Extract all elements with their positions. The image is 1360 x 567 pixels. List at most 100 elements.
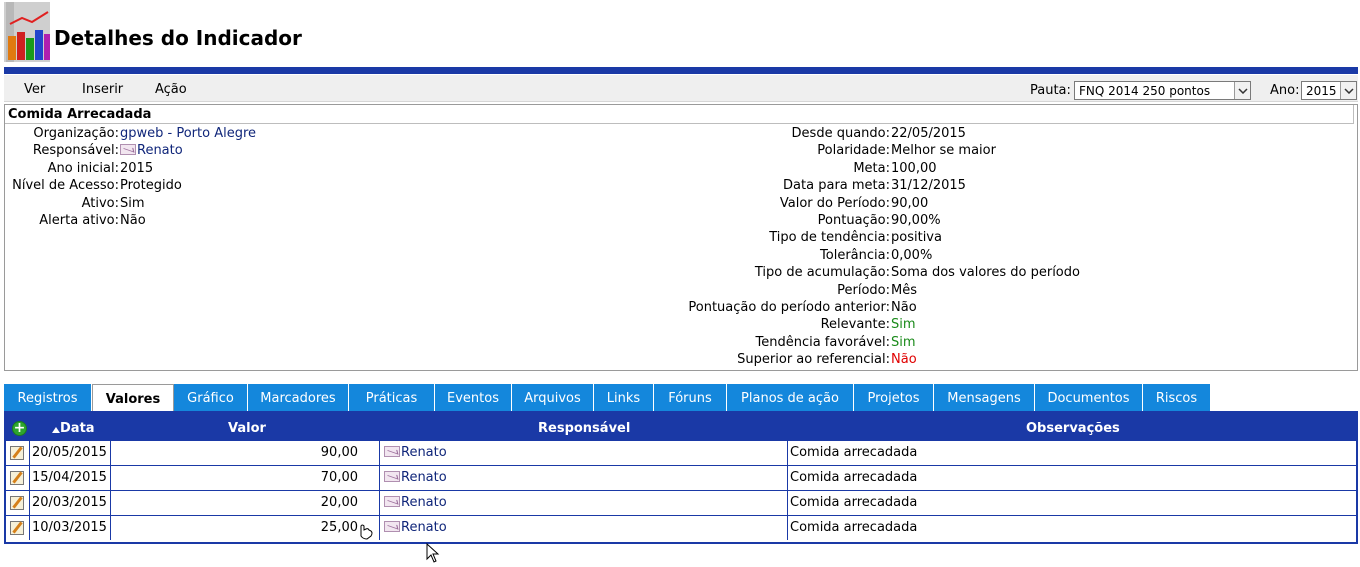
tab-mensagens[interactable]: Mensagens <box>934 384 1035 411</box>
table-header: + Data Valor Responsável Observações <box>6 418 1356 440</box>
cell-responsavel[interactable]: Renato <box>382 466 782 490</box>
detail-value: 100,00 <box>891 160 937 176</box>
cell-valor: 70,00 <box>320 470 358 485</box>
detail-value: 31/12/2015 <box>891 178 966 194</box>
edit-icon[interactable] <box>10 496 24 510</box>
tab-valores[interactable]: Valores <box>92 384 174 411</box>
cell-responsavel[interactable]: Renato <box>382 491 782 515</box>
detail-label: Pontuação: <box>817 213 890 228</box>
detail-value: 90,00% <box>891 213 941 228</box>
detail-label: Desde quando: <box>791 126 890 141</box>
user-card-icon <box>384 446 400 457</box>
cell-observacoes: Comida arrecadada <box>790 445 918 460</box>
column-divider <box>29 440 30 540</box>
header-valor[interactable]: Valor <box>228 421 266 436</box>
detail-value: positiva <box>891 230 942 246</box>
detail-label: Período: <box>837 282 890 298</box>
cell-valor: 20,00 <box>320 495 358 510</box>
table-row: 20/05/2015 90,00 Renato Comida arrecadada <box>6 440 1356 465</box>
menu-inserir[interactable]: Inserir <box>82 82 123 97</box>
cell-observacoes: Comida arrecadada <box>790 520 918 535</box>
responsavel-link[interactable]: Renato <box>401 520 447 535</box>
sort-asc-icon[interactable] <box>52 427 60 433</box>
responsavel-link[interactable]: Renato <box>401 445 447 460</box>
user-card-icon <box>384 521 400 532</box>
tab-documentos[interactable]: Documentos <box>1035 384 1143 411</box>
edit-icon[interactable] <box>10 471 24 485</box>
detail-value: Não <box>891 300 917 315</box>
tab-arquivos[interactable]: Arquivos <box>512 384 594 411</box>
responsavel-link[interactable]: Renato <box>401 470 447 485</box>
detail-label: Pontuação do período anterior: <box>688 300 890 315</box>
pauta-select-value: FNQ 2014 250 pontos <box>1079 84 1211 98</box>
menu-bar: Ver Inserir Ação Pauta: FNQ 2014 250 pon… <box>4 75 1358 102</box>
detail-label: Relevante: <box>820 317 890 333</box>
detail-value: 22/05/2015 <box>891 126 966 141</box>
menu-ver[interactable]: Ver <box>24 82 45 97</box>
ano-select-value: 2015 <box>1306 84 1337 98</box>
cell-observacoes: Comida arrecadada <box>790 470 918 485</box>
mouse-cursor-icon <box>426 542 440 567</box>
table-row: 20/03/2015 20,00 Renato Comida arrecadada <box>6 490 1356 515</box>
detail-label: Valor do Período: <box>779 195 890 211</box>
detail-label: Tipo de tendência: <box>769 230 890 246</box>
cell-observacoes: Comida arrecadada <box>790 495 918 510</box>
tab-planos-de-acao[interactable]: Planos de ação <box>727 384 854 411</box>
tab-eventos[interactable]: Eventos <box>435 384 512 411</box>
tab-projetos[interactable]: Projetos <box>854 384 934 411</box>
tab-bar: Registros Valores Gráfico Marcadores Prática… <box>4 384 1224 411</box>
detail-label: Data para meta: <box>783 178 890 194</box>
table-row: 15/04/2015 70,00 Renato Comida arrecadada <box>6 465 1356 490</box>
hand-pointer-icon <box>357 522 375 544</box>
detail-value: Mês <box>891 282 917 298</box>
cell-data: 20/03/2015 <box>32 495 107 510</box>
column-divider <box>110 440 111 540</box>
add-value-icon[interactable]: + <box>12 421 27 436</box>
cell-valor: 25,00 <box>320 520 358 535</box>
pauta-select[interactable]: FNQ 2014 250 pontos <box>1074 81 1251 100</box>
detail-value: Sim <box>891 334 916 350</box>
tab-foruns[interactable]: Fóruns <box>654 384 727 411</box>
page-title: Detalhes do Indicador <box>54 26 302 50</box>
tab-riscos[interactable]: Riscos <box>1143 384 1211 411</box>
detail-label: Superior ao referencial: <box>737 352 890 368</box>
header-observacoes[interactable]: Observações <box>1026 421 1120 436</box>
ano-select[interactable]: 2015 <box>1301 81 1357 100</box>
pauta-label: Pauta: <box>1030 83 1071 98</box>
tab-praticas[interactable]: Práticas <box>349 384 435 411</box>
values-table: + Data Valor Responsável Observações 20/… <box>4 411 1358 544</box>
detail-value: Melhor se maior <box>891 143 996 159</box>
detail-label: Tipo de acumulação: <box>754 265 890 281</box>
indicator-name: Comida Arrecadada <box>5 105 1354 124</box>
chevron-down-icon <box>1234 82 1250 99</box>
chevron-down-icon <box>1340 82 1356 99</box>
detail-value: 0,00% <box>891 247 933 263</box>
user-card-icon <box>384 471 400 482</box>
detail-value: Não <box>891 352 917 368</box>
tab-grafico[interactable]: Gráfico <box>174 384 248 411</box>
detail-label: Tolerância: <box>820 247 890 263</box>
header-responsavel[interactable]: Responsável <box>538 421 630 436</box>
tab-marcadores[interactable]: Marcadores <box>248 384 349 411</box>
cell-data: 10/03/2015 <box>32 520 107 535</box>
detail-value: Sim <box>891 317 916 333</box>
edit-icon[interactable] <box>10 446 24 460</box>
cell-valor: 90,00 <box>320 445 358 460</box>
cell-responsavel[interactable]: Renato <box>382 441 782 465</box>
table-row: 10/03/2015 25,00 Renato Comida arrecadada <box>6 515 1356 540</box>
ano-label: Ano: <box>1270 83 1300 98</box>
detail-value: Soma dos valores do período <box>891 265 1080 281</box>
column-divider <box>787 440 788 540</box>
tab-registros[interactable]: Registros <box>4 384 92 411</box>
menu-acao[interactable]: Ação <box>155 82 187 97</box>
header-data[interactable]: Data <box>60 421 95 436</box>
detail-label: Polaridade: <box>817 143 890 159</box>
header-divider <box>4 67 1358 74</box>
detail-label: Tendência favorável: <box>755 334 890 350</box>
cell-responsavel[interactable]: Renato <box>382 516 782 540</box>
edit-icon[interactable] <box>10 521 24 535</box>
responsavel-link[interactable]: Renato <box>401 495 447 510</box>
cell-data: 20/05/2015 <box>32 445 107 460</box>
column-divider <box>379 440 380 540</box>
tab-links[interactable]: Links <box>594 384 654 411</box>
